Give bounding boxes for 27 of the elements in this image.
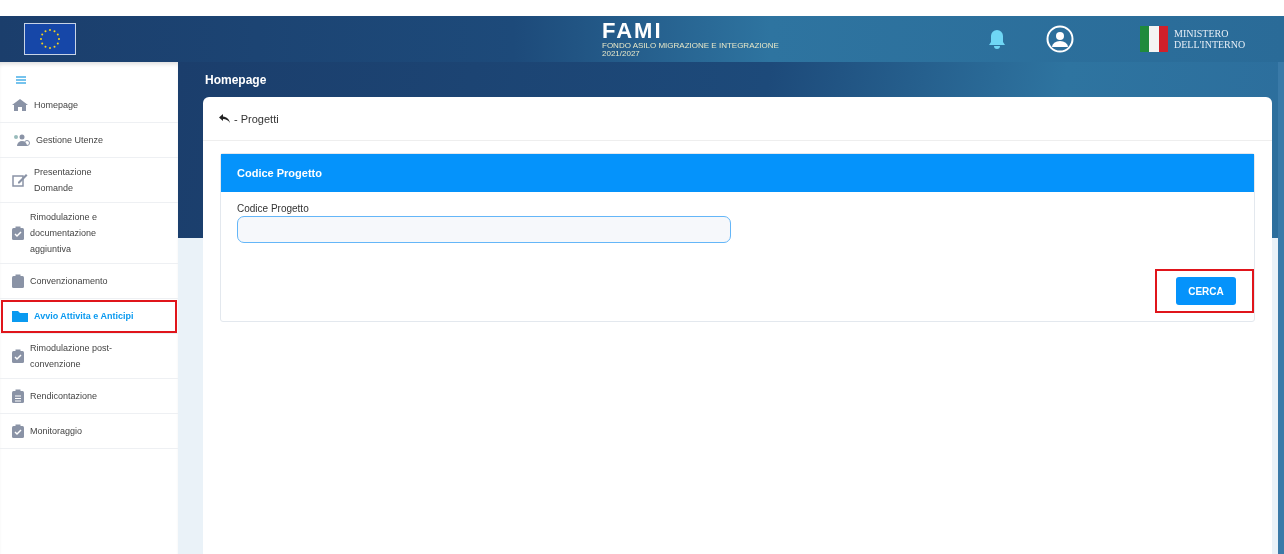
field-label: Codice Progetto (237, 203, 310, 214)
edit-icon (12, 173, 28, 187)
users-icon (12, 134, 30, 146)
clipboard-list-icon (12, 389, 24, 403)
logo-title: FAMI (602, 20, 663, 42)
clipboard-icon (12, 274, 24, 288)
input-field[interactable] (237, 216, 731, 243)
panel-title: Codice Progetto (237, 167, 322, 179)
bell-icon[interactable] (988, 29, 1006, 49)
page-title: Homepage (204, 72, 268, 89)
back-arrow-icon[interactable] (219, 114, 230, 123)
ministry-name: MINISTERO (1174, 28, 1230, 39)
user-avatar-icon[interactable] (1046, 25, 1074, 53)
clipboard-check-icon (12, 424, 24, 438)
folder-icon (12, 310, 28, 322)
home-icon (12, 99, 28, 111)
ministry-name: DELL'INTERNO (1174, 39, 1246, 50)
menu-icon[interactable] (16, 76, 26, 84)
sidebar-item[interactable]: Convenzionamento (0, 264, 178, 299)
sidebar-item[interactable]: Monitoraggio (0, 414, 178, 449)
italy-flag-icon (1140, 24, 1168, 54)
breadcrumb: - Progetti (234, 112, 279, 125)
eu-flag-icon (24, 23, 76, 55)
clipboard-check-icon (12, 349, 24, 363)
clipboard-check-icon (12, 226, 24, 240)
logo-subtitle: FONDO ASILO MIGRAZIONE E INTEGRAZIONE 2021/2027 (602, 42, 780, 58)
sidebar-item[interactable]: Rendicontazione (0, 379, 178, 414)
